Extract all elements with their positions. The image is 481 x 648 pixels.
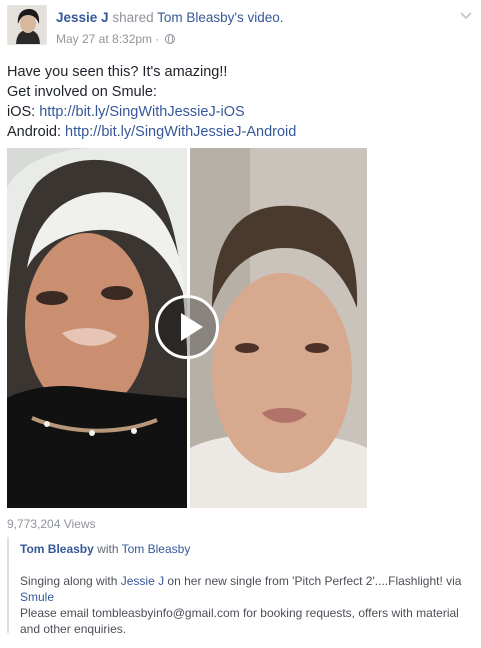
meta-separator: ·	[155, 32, 160, 46]
globe-icon[interactable]	[164, 34, 175, 44]
tagged-name-link[interactable]: Tom Bleasby	[122, 542, 191, 556]
email-text: and other enquiries.	[20, 622, 127, 636]
post-message: Have you seen this? It's amazing!! Get i…	[7, 62, 296, 142]
source-name-link[interactable]: Tom Bleasby	[157, 10, 234, 25]
post-header: Jessie J shared Tom Bleasby's video.	[56, 10, 284, 25]
message-line: Get involved on Smule:	[7, 84, 157, 100]
shared-post-description: Singing along with Jessie J on her new s…	[20, 573, 468, 637]
description-text: on her new single from 'Pitch Perfect 2'…	[164, 574, 462, 588]
mention-link[interactable]: Jessie J	[121, 574, 164, 588]
post-meta: May 27 at 8:32pm ·	[56, 32, 175, 46]
android-line: Android: http://bit.ly/SingWithJessieJ-A…	[7, 122, 296, 142]
chevron-down-icon[interactable]	[460, 10, 472, 22]
shared-post-attachment: Tom Bleasby with Tom Bleasby Singing alo…	[7, 537, 473, 636]
view-count: 9,773,204 Views	[7, 517, 96, 531]
message-line: Have you seen this? It's amazing!!	[7, 64, 228, 80]
ios-link[interactable]: http://bit.ly/SingWithJessieJ-iOS	[39, 104, 245, 120]
video-player[interactable]	[7, 148, 367, 508]
author-avatar[interactable]	[7, 5, 47, 45]
android-link[interactable]: http://bit.ly/SingWithJessieJ-Android	[65, 124, 296, 140]
ios-label: iOS:	[7, 104, 40, 120]
android-label: Android:	[7, 124, 66, 140]
shared-author-link[interactable]: Tom Bleasby	[20, 542, 94, 556]
ios-line: iOS: http://bit.ly/SingWithJessieJ-iOS	[7, 102, 296, 122]
shared-post-header: Tom Bleasby with Tom Bleasby	[20, 542, 190, 556]
play-icon[interactable]	[155, 295, 219, 359]
email-text: Please email tombleasbyinfo@gmail.com fo…	[20, 606, 459, 620]
action-text: shared	[112, 10, 154, 25]
author-name-link[interactable]: Jessie J	[56, 10, 109, 25]
source-suffix-link[interactable]: 's video.	[234, 10, 283, 25]
description-text: Singing along with	[20, 574, 121, 588]
smule-link[interactable]: Smule	[20, 590, 54, 604]
with-text: with	[97, 542, 119, 556]
post-timestamp[interactable]: May 27 at 8:32pm	[56, 32, 152, 46]
shared-video-post: Jessie J shared Tom Bleasby's video. May…	[0, 0, 481, 648]
